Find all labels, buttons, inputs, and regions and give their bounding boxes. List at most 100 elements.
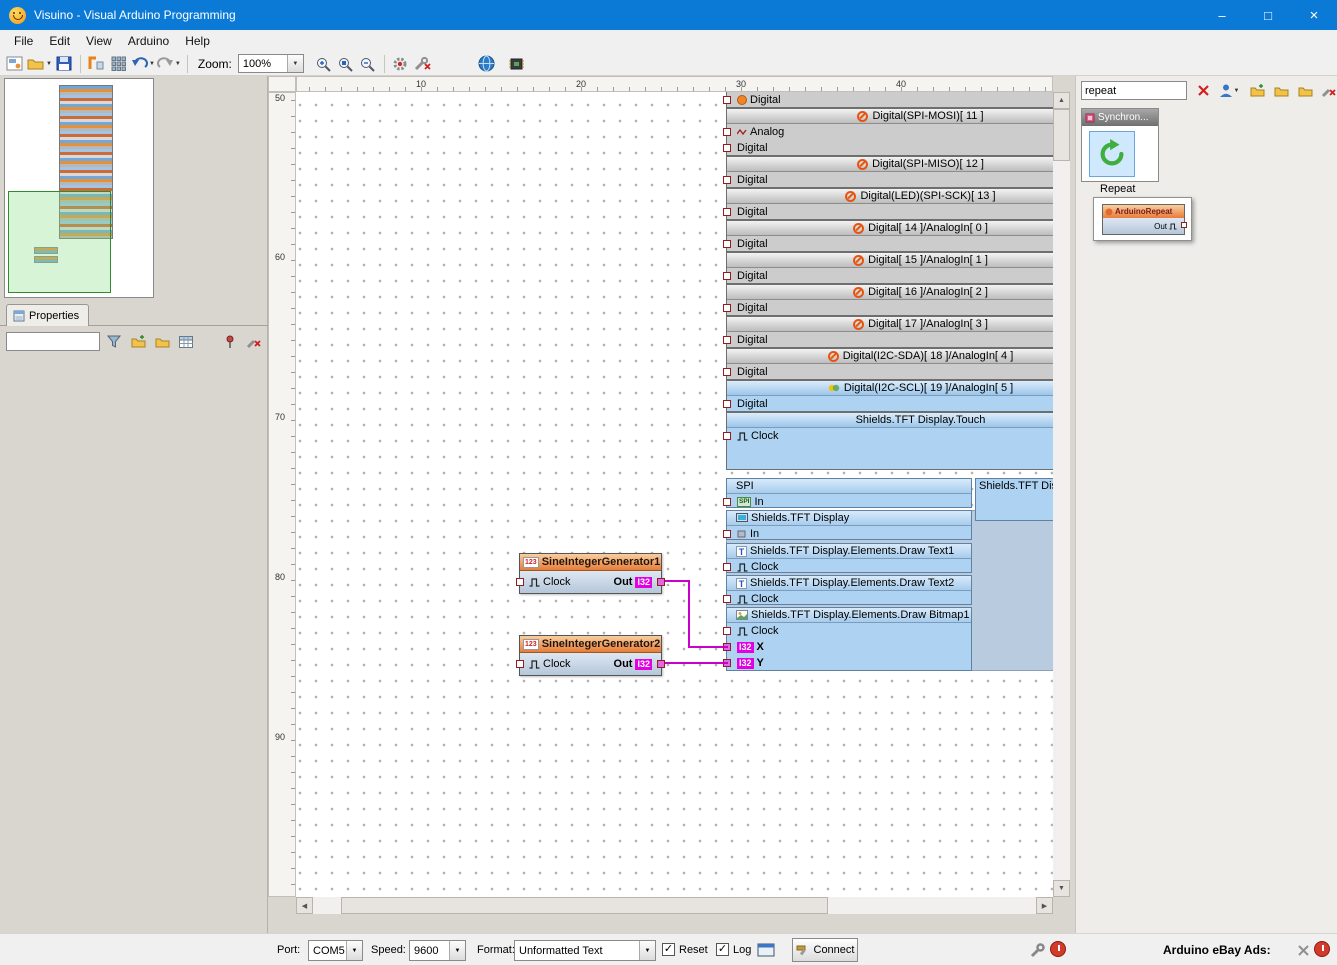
component-header[interactable]: 123SineIntegerGenerator1 <box>520 554 661 571</box>
signal-wire[interactable] <box>688 580 690 648</box>
person-dropdown-caret[interactable]: ▼ <box>1234 88 1240 94</box>
zoom-combobox[interactable]: 100% ▼ <box>238 54 304 73</box>
port-select[interactable]: COM5 (L ▼ <box>308 940 363 961</box>
web-button[interactable] <box>477 53 497 75</box>
signal-wire[interactable] <box>688 646 728 648</box>
pin-square[interactable] <box>723 498 731 506</box>
new-design-button[interactable] <box>5 53 25 75</box>
board-row-header[interactable]: Digital[ 16 ]/AnalogIn[ 2 ] <box>727 285 1053 300</box>
expand-categories-button[interactable] <box>1246 81 1268 100</box>
spi-channel-box[interactable]: SPI SPIIn <box>726 478 972 508</box>
pin-square[interactable] <box>723 128 731 136</box>
open-dropdown-caret[interactable]: ▼ <box>46 61 52 67</box>
board-row-digital-15[interactable]: Digital[ 15 ]/AnalogIn[ 1 ] Digital <box>726 252 1053 284</box>
sine-integer-generator1[interactable]: 123SineIntegerGenerator1 Clock OutI32 <box>519 553 662 594</box>
draw-text1-box[interactable]: TShields.TFT Display.Elements.Draw Text1… <box>726 543 972 573</box>
palette-item-repeat[interactable] <box>1089 131 1135 177</box>
out-pin-square-connected[interactable] <box>657 578 665 586</box>
tab-properties[interactable]: Properties <box>6 304 89 326</box>
redo-button[interactable]: ▼ <box>157 53 181 75</box>
vertical-scroll-thumb[interactable] <box>1053 109 1070 161</box>
maximize-button[interactable]: □ <box>1245 0 1291 30</box>
board-select-button[interactable] <box>507 53 527 75</box>
clock-pin-square[interactable] <box>516 660 524 668</box>
spi-header[interactable]: SPI <box>727 479 971 494</box>
scroll-right-button[interactable]: ▶ <box>1036 897 1053 914</box>
redo-dropdown-caret[interactable]: ▼ <box>175 61 181 67</box>
pin-square[interactable] <box>723 304 731 312</box>
pin-square[interactable] <box>723 336 731 344</box>
speed-select[interactable]: 9600 ▼ <box>409 940 466 961</box>
zoom-out-button[interactable] <box>358 53 378 75</box>
draw-text2-box[interactable]: TShields.TFT Display.Elements.Draw Text2… <box>726 575 972 605</box>
draw-bitmap1-box[interactable]: Shields.TFT Display.Elements.Draw Bitmap… <box>726 607 972 671</box>
menu-help[interactable]: Help <box>177 30 218 52</box>
project-settings-button[interactable] <box>391 53 411 75</box>
draw-text1-header[interactable]: TShields.TFT Display.Elements.Draw Text1 <box>727 544 971 559</box>
scroll-up-button[interactable]: ▲ <box>1053 92 1070 109</box>
undo-dropdown-caret[interactable]: ▼ <box>149 61 155 67</box>
close-button[interactable]: × <box>1291 0 1337 30</box>
vertical-scrollbar[interactable]: ▲ ▼ <box>1053 92 1070 897</box>
board-row-digital-13[interactable]: Digital(LED)(SPI-SCK)[ 13 ] Digital <box>726 188 1053 220</box>
clear-search-button[interactable] <box>1192 81 1214 100</box>
out-pin-square-connected[interactable] <box>657 660 665 668</box>
filter-button[interactable] <box>104 332 124 351</box>
horizontal-scroll-thumb[interactable] <box>341 897 828 914</box>
log-checkbox[interactable]: ✓ <box>716 943 729 956</box>
pin-square[interactable] <box>723 400 731 408</box>
pin-square[interactable] <box>723 96 731 104</box>
board-row-tft-touch[interactable]: Shields.TFT Display.Touch Clock <box>726 412 1053 470</box>
component-header[interactable]: 123SineIntegerGenerator2 <box>520 636 661 653</box>
sine-integer-generator2[interactable]: 123SineIntegerGenerator2 Clock OutI32 <box>519 635 662 676</box>
reset-checkbox[interactable]: ✓ <box>662 943 675 956</box>
pin-square[interactable] <box>723 176 731 184</box>
menu-arduino[interactable]: Arduino <box>120 30 177 52</box>
zoom-dropdown-arrow[interactable]: ▼ <box>287 55 303 72</box>
folder-view-button[interactable] <box>1294 81 1316 100</box>
category-header-synchronization[interactable]: Synchron... <box>1082 109 1158 126</box>
board-row-digital-12[interactable]: Digital(SPI-MISO)[ 12 ] Digital <box>726 156 1053 188</box>
collapse-all-button[interactable] <box>152 332 172 351</box>
tft-display-side-box[interactable]: Shields.TFT Dis <box>975 478 1053 521</box>
format-select[interactable]: Unformatted Text ▼ <box>514 940 656 961</box>
board-row-digital-17[interactable]: Digital[ 17 ]/AnalogIn[ 3 ] Digital <box>726 316 1053 348</box>
palette-search-input[interactable] <box>1081 81 1187 100</box>
category-view-button[interactable] <box>176 332 196 351</box>
pin-square[interactable] <box>723 627 731 635</box>
pin-square[interactable] <box>723 368 731 376</box>
pin-square[interactable] <box>723 240 731 248</box>
scroll-down-button[interactable]: ▼ <box>1053 880 1070 897</box>
user-filter-button[interactable]: ▼ <box>1218 81 1240 100</box>
close-ads-button[interactable] <box>1292 941 1314 960</box>
log-checkbox-label[interactable]: Log <box>733 944 751 956</box>
minimap-viewport-rect[interactable] <box>8 191 111 293</box>
power-button[interactable] <box>1314 941 1330 957</box>
design-canvas[interactable]: Digital Digital(SPI-MOSI)[ 11 ] Analog D… <box>296 92 1053 897</box>
pin-square[interactable] <box>723 595 731 603</box>
board-row-header[interactable]: Digital[ 14 ]/AnalogIn[ 0 ] <box>727 221 1053 236</box>
open-button[interactable]: ▼ <box>27 53 52 75</box>
save-button[interactable] <box>54 53 74 75</box>
palette-tools-button[interactable] <box>1318 81 1337 100</box>
clock-pin-square[interactable] <box>516 578 524 586</box>
overview-minimap[interactable] <box>4 78 154 298</box>
pin-square[interactable] <box>723 144 731 152</box>
signal-wire[interactable] <box>660 662 728 664</box>
board-row-partial[interactable]: Digital <box>726 92 1053 108</box>
board-row-header[interactable]: Digital(LED)(SPI-SCK)[ 13 ] <box>727 189 1053 204</box>
board-row-digital-16[interactable]: Digital[ 16 ]/AnalogIn[ 2 ] Digital <box>726 284 1053 316</box>
board-row-header[interactable]: Shields.TFT Display.Touch <box>727 413 1053 428</box>
snap-grid-button[interactable] <box>109 53 129 75</box>
tft-display-header[interactable]: Shields.TFT Display <box>727 511 971 526</box>
pin-panel-button[interactable] <box>220 332 240 351</box>
draw-text2-header[interactable]: TShields.TFT Display.Elements.Draw Text2 <box>727 576 971 591</box>
board-row-digital-14[interactable]: Digital[ 14 ]/AnalogIn[ 0 ] Digital <box>726 220 1053 252</box>
properties-filter-input[interactable] <box>6 332 100 351</box>
menu-edit[interactable]: Edit <box>41 30 78 52</box>
undo-button[interactable]: ▼ <box>131 53 155 75</box>
collapse-categories-button[interactable] <box>1270 81 1292 100</box>
layout-ruler-button[interactable] <box>87 53 107 75</box>
stop-button[interactable] <box>1050 941 1066 957</box>
reset-checkbox-label[interactable]: Reset <box>679 944 708 956</box>
